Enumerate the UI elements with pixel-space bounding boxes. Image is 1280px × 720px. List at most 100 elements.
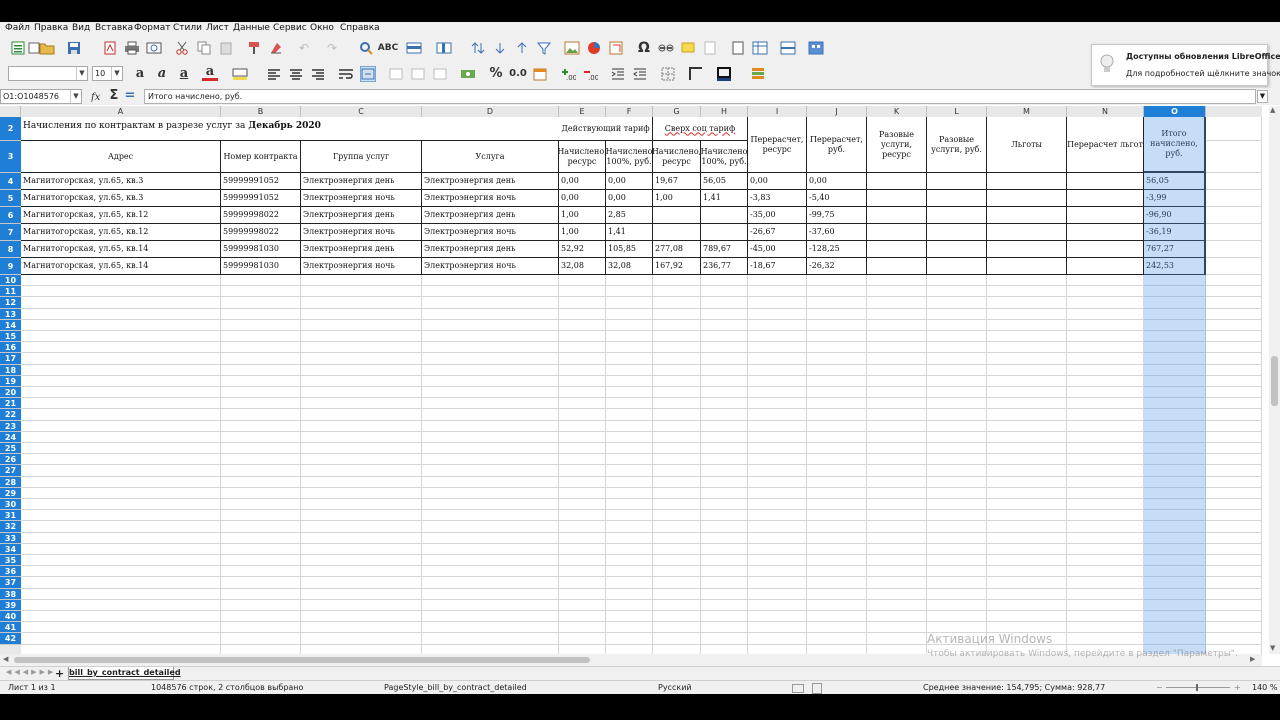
empty-cell[interactable]: [1144, 331, 1206, 343]
empty-cell[interactable]: [807, 420, 867, 432]
header-accrued-resource[interactable]: Начислено, ресурс: [559, 141, 606, 173]
menu-file[interactable]: Файл: [5, 22, 30, 34]
autofilter-icon[interactable]: [536, 40, 552, 56]
print-preview-icon[interactable]: [146, 40, 162, 56]
show-draw-functions-icon[interactable]: [808, 40, 824, 56]
empty-cell[interactable]: [748, 297, 807, 309]
table-cell[interactable]: [867, 207, 927, 224]
horizontal-scroll-thumb[interactable]: [14, 657, 590, 663]
row-icon[interactable]: [406, 40, 422, 56]
empty-cell[interactable]: [559, 431, 606, 443]
empty-cell[interactable]: [867, 499, 927, 511]
empty-cell[interactable]: [927, 387, 987, 399]
empty-cell[interactable]: [987, 611, 1067, 623]
table-cell[interactable]: 1,00: [559, 207, 606, 224]
empty-cell[interactable]: [1144, 286, 1206, 298]
empty-cell[interactable]: [807, 532, 867, 544]
empty-cell[interactable]: [927, 319, 987, 331]
row-header[interactable]: 13: [0, 308, 21, 320]
table-cell[interactable]: 59999991052: [221, 173, 301, 190]
empty-cell[interactable]: [1067, 566, 1144, 578]
table-cell[interactable]: 105,85: [606, 241, 653, 258]
define-print-area-icon[interactable]: [730, 40, 746, 56]
clear-formatting-icon[interactable]: [268, 40, 284, 56]
empty-cell[interactable]: [559, 521, 606, 533]
wrap-text-icon[interactable]: [338, 66, 354, 82]
empty-cell[interactable]: [559, 297, 606, 309]
table-cell[interactable]: 789,67: [701, 241, 748, 258]
row-header[interactable]: 40: [0, 611, 21, 623]
empty-cell[interactable]: [606, 331, 653, 343]
empty-cell[interactable]: [21, 443, 221, 455]
row-header[interactable]: 23: [0, 420, 21, 432]
column-header-a[interactable]: A: [21, 106, 221, 117]
empty-cell[interactable]: [606, 555, 653, 567]
empty-cell[interactable]: [1144, 409, 1206, 421]
empty-cell[interactable]: [807, 342, 867, 354]
empty-cell[interactable]: [748, 420, 807, 432]
empty-cell[interactable]: [301, 644, 422, 654]
empty-cell[interactable]: [21, 286, 221, 298]
empty-cell[interactable]: [1206, 353, 1262, 365]
empty-cell[interactable]: [701, 622, 748, 634]
menu-styles[interactable]: Стили: [173, 22, 202, 34]
empty-cell[interactable]: [1144, 543, 1206, 555]
empty-cell[interactable]: [867, 465, 927, 477]
empty-cell[interactable]: [422, 599, 559, 611]
status-zoom[interactable]: 140 %: [1252, 681, 1277, 695]
empty-cell[interactable]: [867, 387, 927, 399]
empty-cell[interactable]: [301, 510, 422, 522]
empty-cell[interactable]: [807, 375, 867, 387]
empty-cell[interactable]: [1067, 319, 1144, 331]
empty-cell[interactable]: [1206, 532, 1262, 544]
empty-cell[interactable]: [748, 622, 807, 634]
empty-cell[interactable]: [653, 588, 701, 600]
empty-cell[interactable]: [1206, 364, 1262, 376]
empty-cell[interactable]: [701, 364, 748, 376]
menu-sheet[interactable]: Лист: [206, 22, 229, 34]
empty-cell[interactable]: [867, 353, 927, 365]
empty-cell[interactable]: [701, 353, 748, 365]
empty-cell[interactable]: [867, 454, 927, 466]
table-cell[interactable]: [1067, 258, 1144, 275]
empty-cell[interactable]: [301, 431, 422, 443]
table-cell[interactable]: 32,08: [559, 258, 606, 275]
empty-cell[interactable]: [1067, 342, 1144, 354]
empty-cell[interactable]: [1067, 633, 1144, 645]
empty-cell[interactable]: [221, 454, 301, 466]
empty-cell[interactable]: [21, 555, 221, 567]
empty-cell[interactable]: [867, 275, 927, 287]
table-cell[interactable]: [867, 241, 927, 258]
empty-cell[interactable]: [221, 465, 301, 477]
column-header-i[interactable]: I: [748, 106, 807, 117]
empty-cell[interactable]: [301, 499, 422, 511]
empty-cell[interactable]: [301, 286, 422, 298]
insert-image-icon[interactable]: [564, 40, 580, 56]
empty-cell[interactable]: [701, 443, 748, 455]
empty-cell[interactable]: [606, 387, 653, 399]
row-header[interactable]: 24: [0, 431, 21, 443]
empty-cell[interactable]: [1067, 387, 1144, 399]
table-cell[interactable]: 0,00: [559, 173, 606, 190]
table-cell[interactable]: -99,75: [807, 207, 867, 224]
empty-cell[interactable]: [1206, 611, 1262, 623]
empty-cell[interactable]: [653, 319, 701, 331]
empty-cell[interactable]: [21, 398, 221, 410]
empty-cell[interactable]: [927, 465, 987, 477]
empty-cell[interactable]: [422, 454, 559, 466]
empty-cell[interactable]: [606, 342, 653, 354]
empty-cell[interactable]: [606, 510, 653, 522]
sum-icon[interactable]: Σ: [106, 88, 122, 104]
empty-cell[interactable]: [606, 375, 653, 387]
empty-cell[interactable]: [422, 409, 559, 421]
empty-cell[interactable]: [422, 510, 559, 522]
empty-cell[interactable]: [1206, 599, 1262, 611]
empty-cell[interactable]: [1206, 224, 1262, 241]
font-color-icon[interactable]: a: [202, 64, 218, 81]
empty-cell[interactable]: [422, 319, 559, 331]
row-header[interactable]: 27: [0, 465, 21, 477]
empty-cell[interactable]: [1206, 375, 1262, 387]
empty-cell[interactable]: [21, 499, 221, 511]
table-cell[interactable]: Электроэнергия день: [301, 207, 422, 224]
empty-cell[interactable]: [748, 398, 807, 410]
